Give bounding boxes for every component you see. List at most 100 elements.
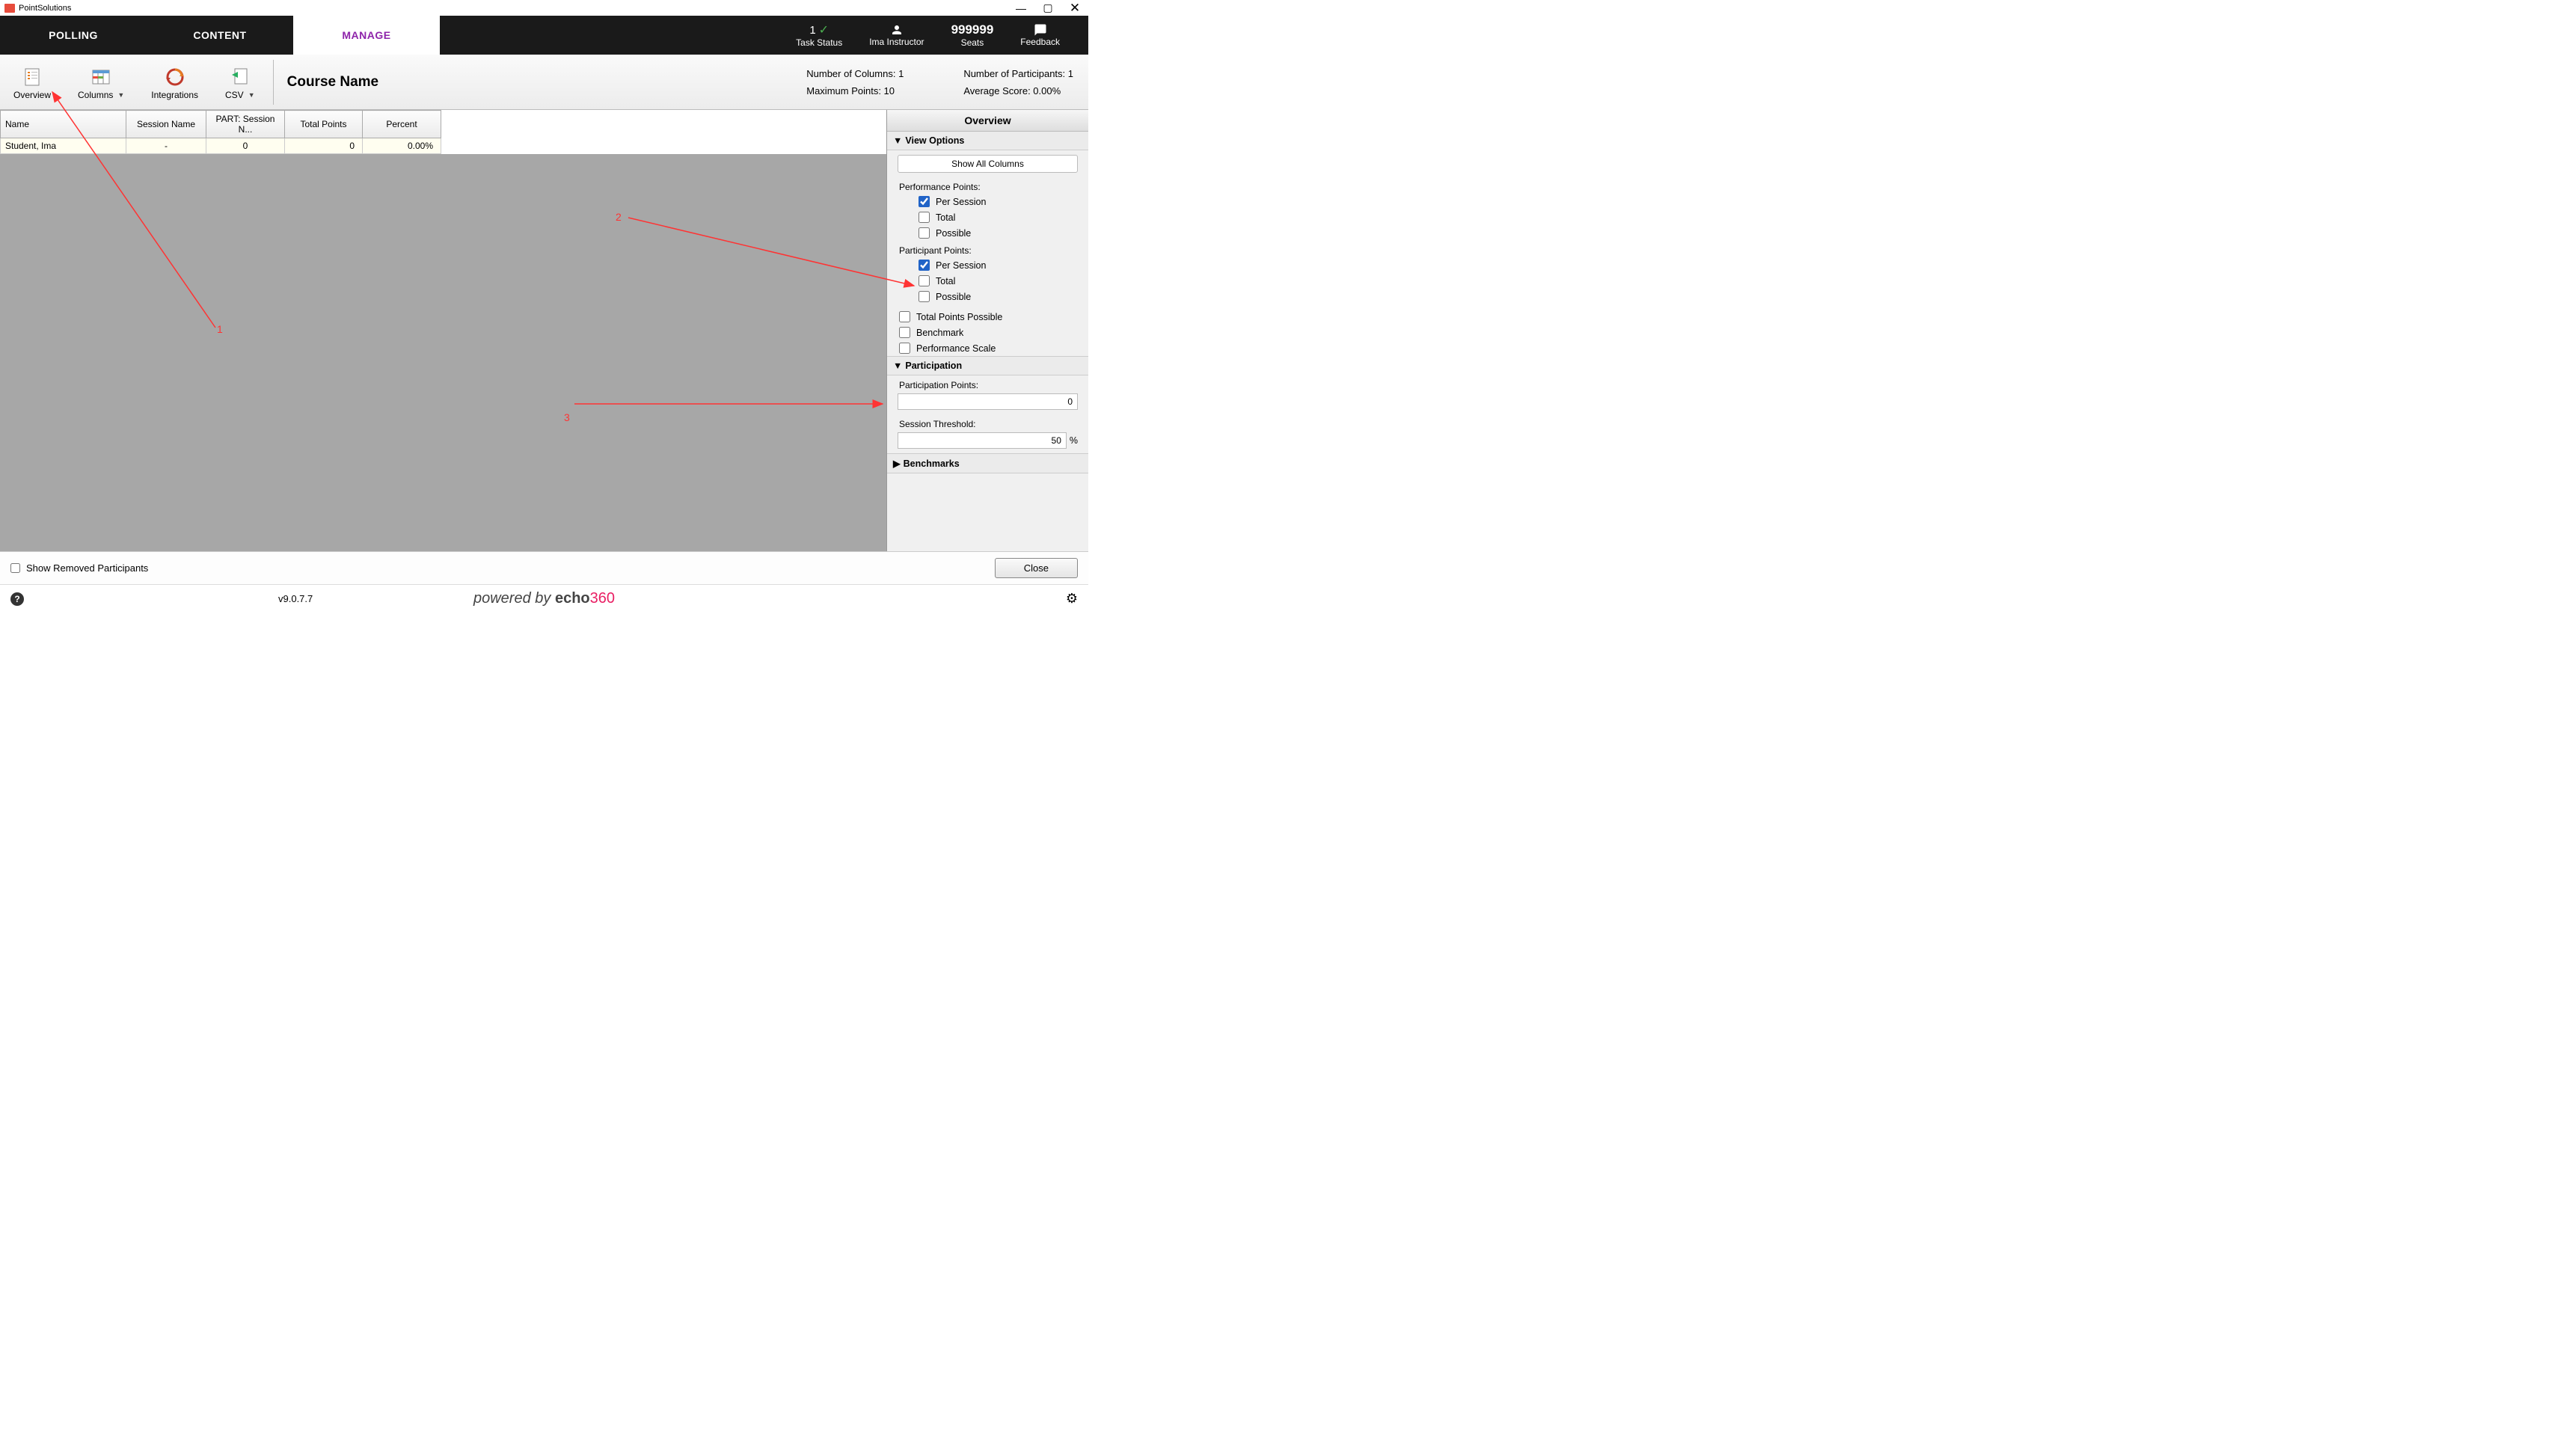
seats-value: 999999 <box>951 22 994 37</box>
num-participants: Number of Participants: 1 <box>963 68 1073 79</box>
avg-score: Average Score: 0.00% <box>963 85 1073 96</box>
caret-down-icon: ▼ <box>893 361 902 371</box>
checkbox[interactable] <box>919 212 930 223</box>
part-possible-check[interactable]: Possible <box>887 289 1088 304</box>
csv-button[interactable]: CSV▼ <box>212 55 269 109</box>
perf-points-label: Performance Points: <box>887 177 1088 194</box>
checkbox[interactable] <box>899 311 910 322</box>
benchmarks-header[interactable]: ▶Benchmarks <box>887 453 1088 473</box>
perf-possible-check[interactable]: Possible <box>887 225 1088 241</box>
navbar: POLLING CONTENT MANAGE 1✓ Task Status Im… <box>0 16 1088 55</box>
checkbox[interactable] <box>919 291 930 302</box>
chevron-down-icon: ▼ <box>117 91 124 99</box>
grid-area: Name Session Name PART: Session N... Tot… <box>0 110 886 551</box>
total-points-possible-check[interactable]: Total Points Possible <box>887 309 1088 325</box>
feedback-label: Feedback <box>1020 37 1060 47</box>
columns-button[interactable]: Columns ▼ <box>64 55 138 109</box>
col-percent[interactable]: Percent <box>363 111 441 138</box>
max-points: Maximum Points: 10 <box>806 85 904 96</box>
checkbox[interactable] <box>919 260 930 271</box>
titlebar: PointSolutions — ▢ ✕ <box>0 0 1088 16</box>
window-controls: — ▢ ✕ <box>1008 0 1088 16</box>
chevron-down-icon: ▼ <box>248 91 255 99</box>
part-per-session-check[interactable]: Per Session <box>887 257 1088 273</box>
benchmarks-label: Benchmarks <box>904 458 960 469</box>
seats-label: Seats <box>961 37 984 48</box>
num-columns: Number of Columns: 1 <box>806 68 904 79</box>
seats-info[interactable]: 999999 Seats <box>938 22 1008 48</box>
sidepanel-body: ▼View Options Show All Columns Performan… <box>887 132 1088 551</box>
show-removed-label: Show Removed Participants <box>26 562 148 574</box>
user-name: Ima Instructor <box>869 37 924 47</box>
header-row: Name Session Name PART: Session N... Tot… <box>1 111 441 138</box>
perf-scale-check[interactable]: Performance Scale <box>887 340 1088 356</box>
csv-icon <box>227 64 253 90</box>
col-name[interactable]: Name <box>1 111 126 138</box>
checkbox[interactable] <box>919 227 930 239</box>
participation-points-input[interactable] <box>898 393 1078 410</box>
gear-icon[interactable]: ⚙ <box>1066 591 1078 607</box>
app-title: PointSolutions <box>19 4 71 13</box>
caret-down-icon: ▼ <box>893 135 902 146</box>
cell-percent: 0.00% <box>363 138 441 154</box>
view-options-header[interactable]: ▼View Options <box>887 132 1088 150</box>
annotation-1: 1 <box>217 323 223 335</box>
bottombar: Show Removed Participants Close <box>0 551 1088 584</box>
sidepanel-title: Overview <box>887 110 1088 132</box>
cell-total: 0 <box>285 138 363 154</box>
close-button[interactable]: Close <box>995 558 1078 578</box>
annotation-2: 2 <box>616 211 622 223</box>
participation-label: Participation <box>905 361 962 371</box>
task-status[interactable]: 1✓ Task Status <box>782 22 856 48</box>
integrations-label: Integrations <box>151 90 198 100</box>
checkbox[interactable] <box>899 327 910 338</box>
show-all-columns-button[interactable]: Show All Columns <box>898 155 1078 173</box>
columns-label: Columns <box>78 90 113 100</box>
minimize-button[interactable]: — <box>1008 0 1034 16</box>
check-icon: ✓ <box>819 22 829 37</box>
tab-polling[interactable]: POLLING <box>0 16 147 55</box>
col-session[interactable]: Session Name <box>126 111 206 138</box>
feedback-info[interactable]: Feedback <box>1007 23 1073 47</box>
user-icon <box>890 23 904 37</box>
overview-icon <box>19 64 45 90</box>
overview-button[interactable]: Overview <box>0 55 64 109</box>
footer: ? powered by echo360 v9.0.7.7 ⚙ <box>0 584 1088 613</box>
benchmark-check[interactable]: Benchmark <box>887 325 1088 340</box>
annotation-3: 3 <box>564 411 570 423</box>
data-grid[interactable]: Name Session Name PART: Session N... Tot… <box>0 110 886 154</box>
nav-info: 1✓ Task Status Ima Instructor 999999 Sea… <box>767 16 1088 55</box>
sidepanel: Overview ▼View Options Show All Columns … <box>886 110 1088 551</box>
close-window-button[interactable]: ✕ <box>1061 0 1088 16</box>
powered-by: powered by echo360 <box>473 590 615 607</box>
part-total-check[interactable]: Total <box>887 273 1088 289</box>
chat-icon <box>1034 23 1047 37</box>
content-area: Name Session Name PART: Session N... Tot… <box>0 110 1088 551</box>
col-part[interactable]: PART: Session N... <box>206 111 285 138</box>
checkbox[interactable] <box>919 196 930 207</box>
participation-points-label: Participation Points: <box>887 375 1088 392</box>
task-count: 1 <box>809 24 815 37</box>
integrations-icon <box>162 64 188 90</box>
show-removed-check[interactable]: Show Removed Participants <box>10 562 148 574</box>
cell-part: 0 <box>206 138 285 154</box>
caret-right-icon: ▶ <box>893 458 901 469</box>
tab-content[interactable]: CONTENT <box>147 16 293 55</box>
maximize-button[interactable]: ▢ <box>1034 0 1061 16</box>
perf-per-session-check[interactable]: Per Session <box>887 194 1088 209</box>
tab-manage[interactable]: MANAGE <box>293 16 440 55</box>
cell-session: - <box>126 138 206 154</box>
col-total[interactable]: Total Points <box>285 111 363 138</box>
checkbox[interactable] <box>919 275 930 286</box>
checkbox[interactable] <box>899 343 910 354</box>
version-label: v9.0.7.7 <box>278 593 313 604</box>
session-threshold-input[interactable] <box>898 432 1067 449</box>
perf-total-check[interactable]: Total <box>887 209 1088 225</box>
participation-header[interactable]: ▼Participation <box>887 356 1088 375</box>
separator <box>273 60 274 105</box>
help-icon[interactable]: ? <box>10 592 24 606</box>
checkbox[interactable] <box>10 563 20 573</box>
user-info[interactable]: Ima Instructor <box>856 23 937 47</box>
table-row[interactable]: Student, Ima - 0 0 0.00% <box>1 138 441 154</box>
integrations-button[interactable]: Integrations <box>138 55 212 109</box>
